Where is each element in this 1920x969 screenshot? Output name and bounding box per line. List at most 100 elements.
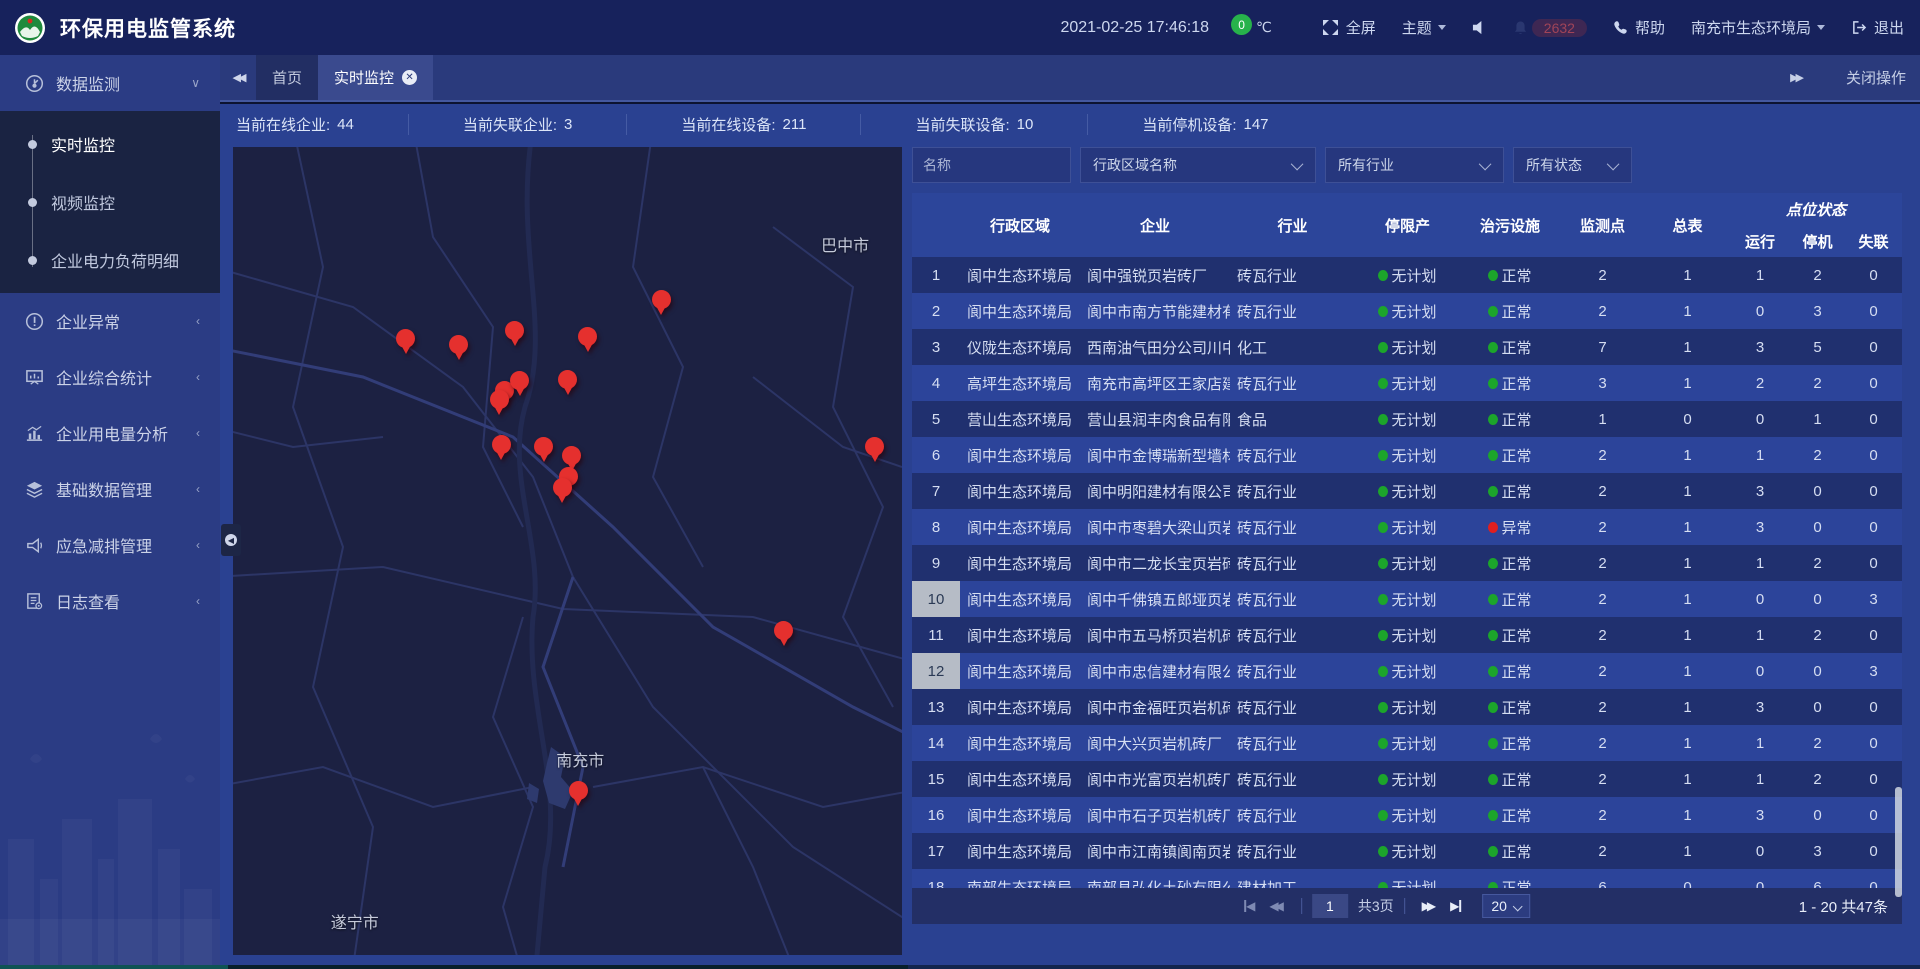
cell-run: 1 [1730,555,1790,572]
stats-bar: 当前在线企业:44 当前失联企业:3 当前在线设备:211 当前失联设备:10 … [220,104,1920,144]
cell-stop: 3 [1790,303,1845,320]
cell-facility-status: 异常 [1460,517,1560,538]
table-row[interactable]: 18 南部生态环境局 南部县弘化土砂有限公 建材加工 无计划 正常 6 0 0 … [912,869,1902,888]
cell-facility-status: 正常 [1460,445,1560,466]
table-row[interactable]: 3 仪陇生态环境局 西南油气田分公司川中 化工 无计划 正常 7 1 3 5 0 [912,329,1902,365]
map-pin-icon[interactable] [492,435,511,454]
map-pin-icon[interactable] [534,437,553,456]
map-city-label: 巴中市 [821,232,869,256]
tab-home[interactable]: 首页 [256,55,318,100]
industry-filter-select[interactable]: 所有行业 [1325,147,1504,183]
cell-limit-status: 无计划 [1355,877,1460,889]
cell-limit-status: 无计划 [1355,301,1460,322]
table-row[interactable]: 8 阆中生态环境局 阆中市枣碧大梁山页岩 砖瓦行业 无计划 异常 2 1 3 0… [912,509,1902,545]
table-row[interactable]: 6 阆中生态环境局 阆中市金博瑞新型墙材 砖瓦行业 无计划 正常 2 1 1 2… [912,437,1902,473]
page-number-input[interactable] [1312,894,1348,918]
sidebar-collapse-handle[interactable]: ◀ [221,524,241,556]
cell-industry: 砖瓦行业 [1230,625,1355,646]
sidebar-group-base-data[interactable]: 基础数据管理 ‹ [0,461,220,517]
table-row[interactable]: 5 营山生态环境局 营山县润丰肉食品有限 食品 无计划 正常 1 0 0 1 0 [912,401,1902,437]
theme-dropdown[interactable]: 主题 [1402,17,1446,38]
fullscreen-button[interactable]: 全屏 [1322,17,1376,38]
cell-region: 阆中生态环境局 [960,265,1080,286]
notifications[interactable]: 2632 [1513,19,1587,37]
sidebar-group-power-analysis[interactable]: 企业用电量分析 ‹ [0,405,220,461]
status-filter-select[interactable]: 所有状态 [1513,147,1632,183]
last-page-button[interactable]: ▶ [1450,899,1461,913]
map-pin-icon[interactable] [553,478,572,497]
table-row[interactable]: 11 阆中生态环境局 阆中市五马桥页岩机砖 砖瓦行业 无计划 正常 2 1 1 … [912,617,1902,653]
table-row[interactable]: 13 阆中生态环境局 阆中市金福旺页岩机砖 砖瓦行业 无计划 正常 2 1 3 … [912,689,1902,725]
sidebar-item-power-load-detail[interactable]: 企业电力负荷明细 [0,231,220,289]
map-pin-icon[interactable] [562,446,581,465]
close-operations-button[interactable]: 关闭操作 [1846,67,1906,88]
sidebar-item-realtime-monitoring[interactable]: 实时监控 [0,115,220,173]
map-pin-icon[interactable] [652,290,671,309]
region-filter-select[interactable]: 行政区域名称 [1080,147,1316,183]
cell-stop: 5 [1790,339,1845,356]
cell-points: 6 [1560,879,1645,889]
tabs-scroll-right-button[interactable]: ▶▶ [1790,71,1804,84]
cell-company: 南充市高坪区王家店建 [1080,373,1230,394]
status-dot-icon [1378,378,1388,389]
cell-region: 阆中生态环境局 [960,769,1080,790]
help-button[interactable]: 帮助 [1613,17,1665,38]
logout-button[interactable]: 退出 [1851,17,1904,38]
map-pin-icon[interactable] [569,781,588,800]
sidebar-group-enterprise-statistics[interactable]: 企业综合统计 ‹ [0,349,220,405]
status-dot-icon [1378,450,1388,461]
chevron-left-icon: ‹ [196,426,200,440]
cell-run: 0 [1730,303,1790,320]
sidebar-group-enterprise-abnormal[interactable]: 企业异常 ‹ [0,293,220,349]
table-row[interactable]: 4 高坪生态环境局 南充市高坪区王家店建 砖瓦行业 无计划 正常 3 1 2 2… [912,365,1902,401]
tab-bar: ◀◀ 首页 实时监控 ✕ ▶▶ 关闭操作 [220,55,1920,102]
cell-industry: 砖瓦行业 [1230,265,1355,286]
map-pin-icon[interactable] [578,327,597,346]
cell-stop: 2 [1790,735,1845,752]
prev-page-button[interactable]: ◀◀ [1269,899,1283,913]
cell-company: 阆中市石子页岩机砖厂 [1080,805,1230,826]
close-tab-icon[interactable]: ✕ [402,70,417,85]
table-row[interactable]: 14 阆中生态环境局 阆中大兴页岩机砖厂 砖瓦行业 无计划 正常 2 1 1 2… [912,725,1902,761]
map-pin-icon[interactable] [449,335,468,354]
cell-region: 阆中生态环境局 [960,553,1080,574]
table-row[interactable]: 9 阆中生态环境局 阆中市二龙长宝页岩砖 砖瓦行业 无计划 正常 2 1 1 2… [912,545,1902,581]
page-size-select[interactable]: 20 [1482,894,1530,918]
sidebar-group-emergency-reduction[interactable]: 应急减排管理 ‹ [0,517,220,573]
cell-industry: 砖瓦行业 [1230,481,1355,502]
chevron-down-icon [1438,25,1446,30]
tabs-scroll-left-button[interactable]: ◀◀ [220,55,256,100]
status-dot-icon [1378,414,1388,425]
map-pin-icon[interactable] [490,390,509,409]
name-filter-input[interactable] [912,147,1071,183]
table-row[interactable]: 17 阆中生态环境局 阆中市江南镇阆南页岩 砖瓦行业 无计划 正常 2 1 0 … [912,833,1902,869]
status-dot-icon [1488,342,1498,353]
table-row[interactable]: 12 阆中生态环境局 阆中市忠信建材有限公 砖瓦行业 无计划 正常 2 1 0 … [912,653,1902,689]
cell-meters: 1 [1645,591,1730,608]
table-row[interactable]: 2 阆中生态环境局 阆中市南方节能建材有 砖瓦行业 无计划 正常 2 1 0 3… [912,293,1902,329]
table-row[interactable]: 10 阆中生态环境局 阆中千佛镇五郎垭页岩 砖瓦行业 无计划 正常 2 1 0 … [912,581,1902,617]
table-row[interactable]: 16 阆中生态环境局 阆中市石子页岩机砖厂 砖瓦行业 无计划 正常 2 1 3 … [912,797,1902,833]
tab-realtime-monitoring[interactable]: 实时监控 ✕ [318,55,433,100]
sidebar-item-video-monitoring[interactable]: 视频监控 [0,173,220,231]
table-row[interactable]: 15 阆中生态环境局 阆中市光富页岩机砖厂 砖瓦行业 无计划 正常 2 1 1 … [912,761,1902,797]
map-pin-icon[interactable] [558,370,577,389]
table-row[interactable]: 7 阆中生态环境局 阆中明阳建材有限公司 砖瓦行业 无计划 正常 2 1 3 0… [912,473,1902,509]
sidebar-submenu: 实时监控 视频监控 企业电力负荷明细 [0,111,220,293]
first-page-button[interactable]: ◀ [1244,899,1255,913]
table-row[interactable]: 1 阆中生态环境局 阆中强锐页岩砖厂 砖瓦行业 无计划 正常 2 1 1 2 0 [912,257,1902,293]
sidebar-group-data-monitoring[interactable]: 数据监测 ∨ [0,55,220,111]
status-dot-icon [1488,522,1498,533]
next-page-button[interactable]: ▶▶ [1422,899,1436,913]
region-map[interactable]: 巴中市南充市遂宁市 [233,147,902,955]
chevron-left-icon: ‹ [196,314,200,328]
scrollbar-thumb[interactable] [1895,787,1902,897]
sound-mute-button[interactable] [1472,20,1487,35]
cell-meters: 1 [1645,303,1730,320]
org-dropdown[interactable]: 南充市生态环境局 [1691,17,1825,38]
cell-region: 阆中生态环境局 [960,517,1080,538]
map-pin-icon[interactable] [865,437,884,456]
chevron-left-icon: ◀ [225,534,237,546]
sidebar-group-log-view[interactable]: 日志查看 ‹ [0,573,220,629]
column-header-point-status: 点位状态 [1730,193,1902,225]
